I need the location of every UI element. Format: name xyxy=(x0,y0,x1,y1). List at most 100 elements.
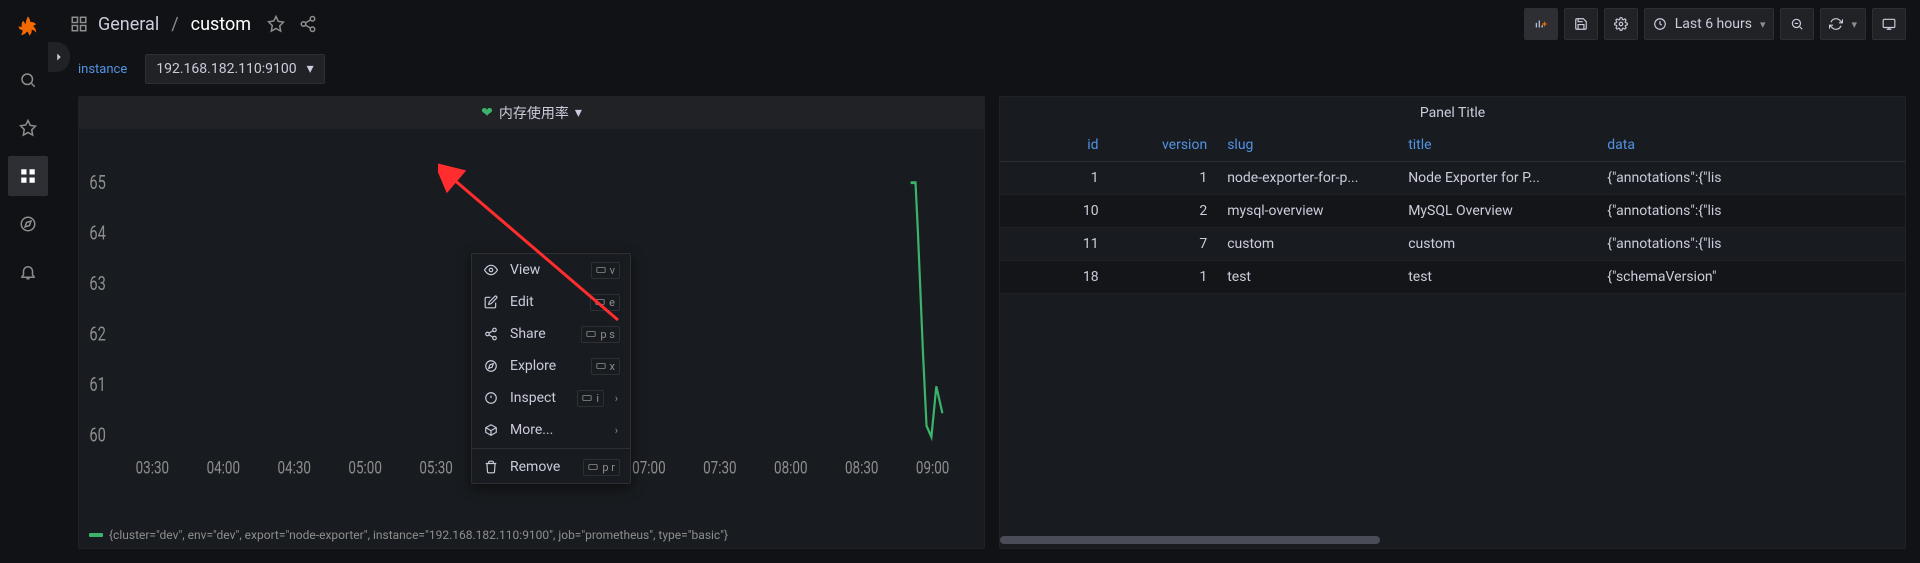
chart-legend[interactable]: {cluster="dev", env="dev", export="node-… xyxy=(89,528,728,542)
cell-data: {"annotations":{"lis xyxy=(1597,195,1905,228)
kbd-shortcut: v xyxy=(591,262,620,279)
alerting-icon[interactable] xyxy=(8,252,48,292)
star-dashboard-icon[interactable] xyxy=(267,15,285,33)
ctx-view[interactable]: View v xyxy=(472,254,630,286)
cell-slug: custom xyxy=(1217,228,1398,261)
explore-icon[interactable] xyxy=(8,204,48,244)
ctx-inspect[interactable]: Inspect i › xyxy=(472,382,630,414)
table-row[interactable]: 102mysql-overviewMySQL Overview{"annotat… xyxy=(1000,195,1905,228)
dashboard-settings-button[interactable] xyxy=(1604,8,1638,40)
cell-version: 1 xyxy=(1109,261,1218,294)
search-icon[interactable] xyxy=(8,60,48,100)
svg-text:08:30: 08:30 xyxy=(845,458,878,478)
svg-text:62: 62 xyxy=(89,324,105,346)
kbd-shortcut: x xyxy=(591,358,620,375)
kbd-shortcut: e xyxy=(590,294,620,311)
ctx-remove[interactable]: Remove p r xyxy=(472,451,630,483)
heart-icon: ❤ xyxy=(481,105,493,121)
cell-title: test xyxy=(1398,261,1597,294)
variable-label: instance xyxy=(70,56,135,83)
col-title[interactable]: title xyxy=(1398,129,1597,162)
scrollbar-thumb[interactable] xyxy=(1000,536,1380,544)
svg-text:63: 63 xyxy=(89,273,105,295)
table-panel-title: Panel Title xyxy=(1420,105,1485,121)
kbd-shortcut: p s xyxy=(581,326,620,343)
cell-title: custom xyxy=(1398,228,1597,261)
col-slug[interactable]: slug xyxy=(1217,129,1398,162)
grafana-logo-icon[interactable] xyxy=(12,12,44,44)
svg-text:60: 60 xyxy=(89,425,105,447)
add-panel-button[interactable] xyxy=(1524,8,1558,40)
table-header-row: id version slug title data xyxy=(1000,129,1905,162)
ctx-remove-label: Remove xyxy=(510,459,560,475)
refresh-button[interactable]: ▾ xyxy=(1820,8,1866,40)
starred-icon[interactable] xyxy=(8,108,48,148)
variable-row: instance 192.168.182.110:9100 ▾ xyxy=(70,54,325,84)
chevron-right-icon: › xyxy=(615,392,618,405)
ctx-explore-label: Explore xyxy=(510,358,556,374)
svg-text:64: 64 xyxy=(89,223,106,245)
ctx-inspect-label: Inspect xyxy=(510,390,556,406)
table-row[interactable]: 181testtest{"schemaVersion" xyxy=(1000,261,1905,294)
zoom-out-button[interactable] xyxy=(1780,8,1814,40)
share-dashboard-icon[interactable] xyxy=(299,15,317,33)
sidebar-nav xyxy=(0,0,56,563)
legend-swatch xyxy=(89,533,103,537)
table-row[interactable]: 117customcustom{"annotations":{"lis xyxy=(1000,228,1905,261)
chevron-down-icon: ▾ xyxy=(307,61,314,77)
chart-panel-header[interactable]: ❤ 内存使用率 ▾ xyxy=(79,97,984,129)
cell-slug: test xyxy=(1217,261,1398,294)
cell-id: 10 xyxy=(1000,195,1109,228)
dashboards-breadcrumb-icon[interactable] xyxy=(70,15,88,33)
ctx-more-label: More... xyxy=(510,422,553,438)
col-id[interactable]: id xyxy=(1000,129,1109,162)
svg-text:05:00: 05:00 xyxy=(348,458,381,478)
cell-data: {"annotations":{"lis xyxy=(1597,162,1905,195)
cell-id: 1 xyxy=(1000,162,1109,195)
panel-context-menu: View v Edit e Share p s Explore x xyxy=(471,253,631,484)
ctx-edit[interactable]: Edit e xyxy=(472,286,630,318)
cycle-view-button[interactable] xyxy=(1872,8,1906,40)
chart-panel-title: 内存使用率 xyxy=(499,103,569,123)
chart-panel: ❤ 内存使用率 ▾ 60 61 62 63 64 65 03:30 04:00 … xyxy=(78,96,985,549)
breadcrumb-separator: / xyxy=(169,14,180,35)
breadcrumb-folder[interactable]: General xyxy=(98,14,159,35)
chevron-down-icon: ▾ xyxy=(575,105,582,121)
table-h-scrollbar[interactable] xyxy=(1000,536,1905,544)
table-panel-header[interactable]: Panel Title xyxy=(1000,97,1905,129)
svg-text:04:00: 04:00 xyxy=(207,458,240,478)
cell-slug: node-exporter-for-p... xyxy=(1217,162,1398,195)
table-row[interactable]: 11node-exporter-for-p...Node Exporter fo… xyxy=(1000,162,1905,195)
table-panel: Panel Title id version slug title data 1… xyxy=(999,96,1906,549)
ctx-edit-label: Edit xyxy=(510,294,534,310)
dashboards-icon[interactable] xyxy=(8,156,48,196)
kbd-shortcut: i xyxy=(577,390,604,407)
cell-version: 1 xyxy=(1109,162,1218,195)
chart-body[interactable]: 60 61 62 63 64 65 03:30 04:00 04:30 05:0… xyxy=(79,129,984,548)
variable-value: 192.168.182.110:9100 xyxy=(156,61,296,77)
time-picker-button[interactable]: Last 6 hours ▾ xyxy=(1644,8,1775,40)
ctx-explore[interactable]: Explore x xyxy=(472,350,630,382)
table-body: id version slug title data 11node-export… xyxy=(1000,129,1905,548)
variable-select[interactable]: 192.168.182.110:9100 ▾ xyxy=(145,54,324,84)
svg-text:07:00: 07:00 xyxy=(632,458,665,478)
svg-text:61: 61 xyxy=(89,374,105,396)
ctx-more[interactable]: More... › xyxy=(472,414,630,446)
menu-separator xyxy=(472,448,630,449)
col-version[interactable]: version xyxy=(1109,129,1218,162)
cell-slug: mysql-overview xyxy=(1217,195,1398,228)
cell-id: 11 xyxy=(1000,228,1109,261)
ctx-share[interactable]: Share p s xyxy=(472,318,630,350)
legend-text: {cluster="dev", env="dev", export="node-… xyxy=(109,528,728,542)
panel-area: ❤ 内存使用率 ▾ 60 61 62 63 64 65 03:30 04:00 … xyxy=(78,96,1906,549)
data-table: id version slug title data 11node-export… xyxy=(1000,129,1905,294)
cell-data: {"schemaVersion" xyxy=(1597,261,1905,294)
topbar: General / custom Last 6 hours ▾ ▾ xyxy=(56,0,1920,48)
save-dashboard-button[interactable] xyxy=(1564,8,1598,40)
cell-title: MySQL Overview xyxy=(1398,195,1597,228)
chevron-down-icon: ▾ xyxy=(1760,18,1766,31)
col-data[interactable]: data xyxy=(1597,129,1905,162)
svg-text:07:30: 07:30 xyxy=(703,458,736,478)
cell-id: 18 xyxy=(1000,261,1109,294)
breadcrumb-dashboard[interactable]: custom xyxy=(191,14,251,35)
